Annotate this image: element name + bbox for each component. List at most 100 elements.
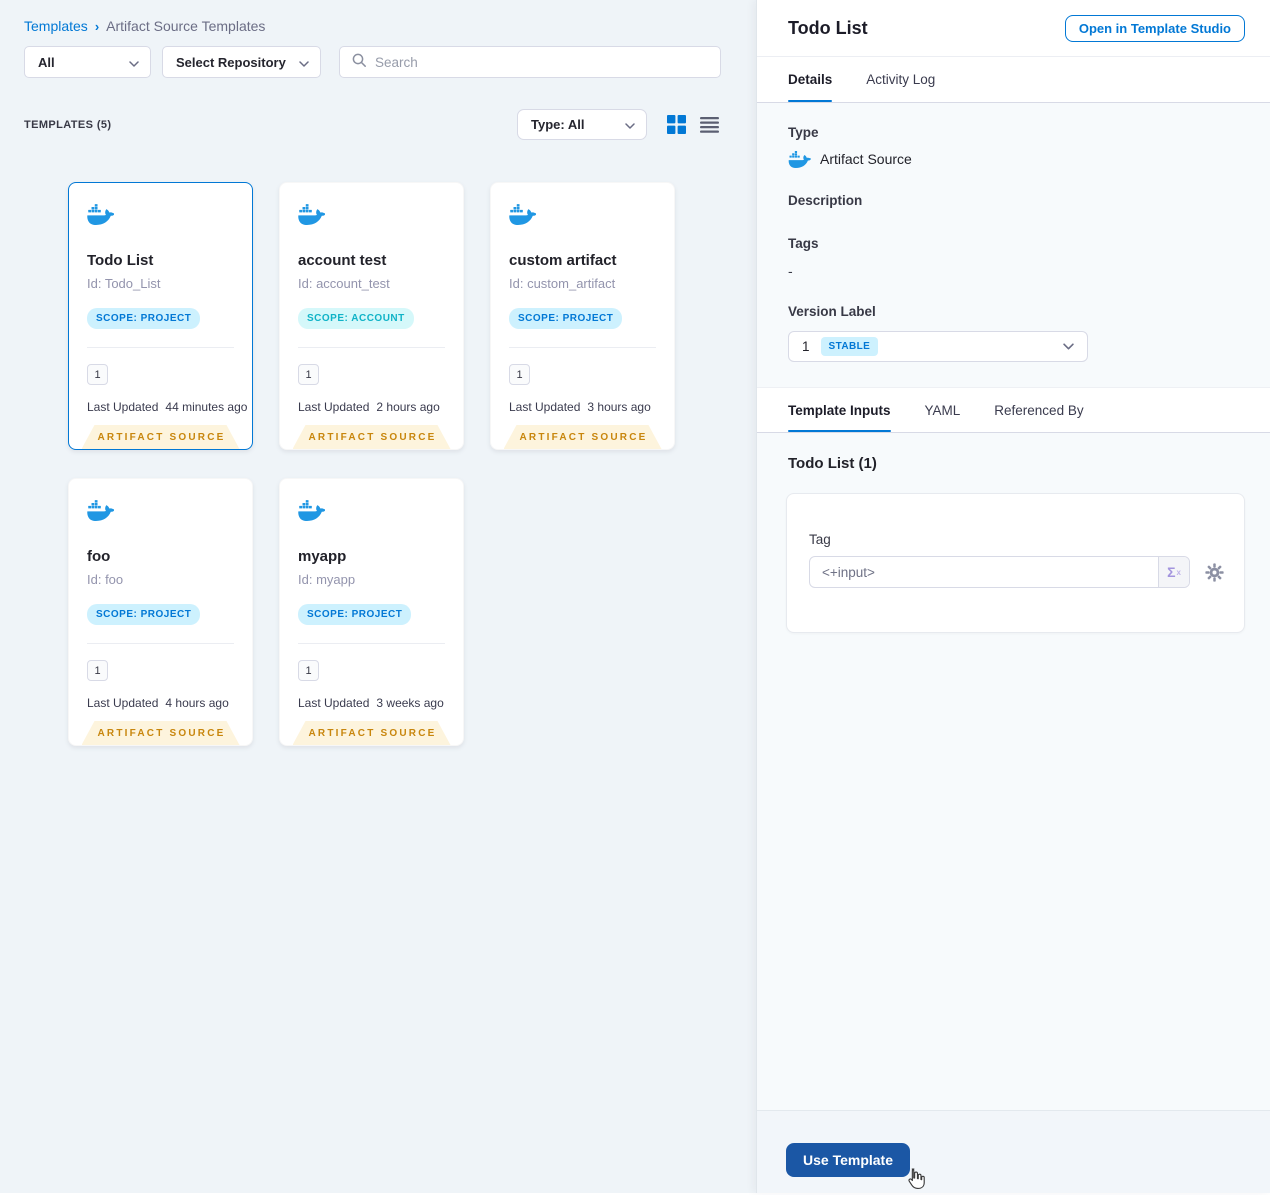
settings-gear-icon[interactable] [1205,562,1224,582]
version-label: Version Label [788,304,876,319]
docker-icon [788,150,811,168]
artifact-source-ribbon: ARTIFACT SOURCE [82,425,240,449]
version-select[interactable]: 1 STABLE [788,331,1088,362]
repository-filter-value: Select Repository [176,54,286,70]
card-divider [509,347,656,348]
search-icon [351,52,367,73]
search-input[interactable] [375,54,709,70]
version-count-badge: 1 [509,364,530,385]
docker-icon [509,203,536,225]
tab-referenced-by[interactable]: Referenced By [994,388,1083,432]
chevron-down-icon [299,55,309,70]
last-updated-label: Last Updated [509,400,581,414]
version-count-badge: 1 [87,660,108,681]
scope-badge: SCOPE: PROJECT [87,604,201,625]
scope-badge: SCOPE: ACCOUNT [298,308,414,329]
inputs-tabs: Template Inputs YAML Referenced By [757,387,1270,433]
tab-yaml[interactable]: YAML [925,388,961,432]
tags-value: - [788,263,793,279]
card-id: Id: foo [87,572,124,587]
last-updated-value: 4 hours ago [165,696,229,710]
scope-badge: SCOPE: PROJECT [298,604,412,625]
tab-activity-log[interactable]: Activity Log [866,57,935,102]
description-label: Description [788,193,863,208]
breadcrumb: Templates › Artifact Source Templates [0,0,756,34]
details-body: Type Artifact Source Description Tags - … [757,103,1270,1193]
template-card-myapp[interactable]: myapp Id: myapp SCOPE: PROJECT 1 Last Up… [279,478,464,746]
grid-view-icon[interactable] [667,115,686,134]
details-meta: Type Artifact Source Description Tags - … [757,103,1270,362]
last-updated-label: Last Updated [87,400,159,414]
docker-icon [298,499,325,521]
docker-icon [87,203,114,225]
docker-icon [87,499,114,521]
breadcrumb-separator-icon: › [94,18,100,34]
version-count-badge: 1 [298,660,319,681]
last-updated: Last Updated 3 hours ago [509,400,658,414]
artifact-source-ribbon: ARTIFACT SOURCE [293,721,451,745]
version-count-badge: 1 [298,364,319,385]
last-updated: Last Updated 3 weeks ago [298,696,447,710]
last-updated-label: Last Updated [298,400,370,414]
use-template-button[interactable]: Use Template [786,1143,910,1177]
tag-input-field[interactable]: <+input> Σx [809,556,1190,588]
tag-input-value[interactable]: <+input> [810,557,1158,587]
type-label: Type [788,125,819,140]
template-card-foo[interactable]: foo Id: foo SCOPE: PROJECT 1 Last Update… [68,478,253,746]
version-count-badge: 1 [87,364,108,385]
scope-filter-value: All [38,54,55,70]
view-toggle [667,115,719,134]
tab-details[interactable]: Details [788,57,833,102]
templates-count: TEMPLATES (5) [24,118,112,131]
template-card-account-test[interactable]: account test Id: account_test SCOPE: ACC… [279,182,464,450]
card-id: Id: custom_artifact [509,276,616,291]
stable-badge: STABLE [820,337,879,356]
card-divider [87,347,234,348]
last-updated: Last Updated 4 hours ago [87,696,236,710]
card-id: Id: myapp [298,572,356,587]
open-in-template-studio-button[interactable]: Open in Template Studio [1064,14,1245,42]
last-updated-value: 3 hours ago [587,400,651,414]
scope-filter-select[interactable]: All [24,46,151,78]
tab-template-inputs[interactable]: Template Inputs [788,388,891,432]
card-title: Todo List [87,252,154,269]
type-value: Artifact Source [820,151,912,167]
type-filter-select[interactable]: Type: All [517,109,647,140]
card-id: Id: Todo_List [87,276,161,291]
last-updated-value: 2 hours ago [376,400,440,414]
panel-title: Todo List [788,17,868,38]
inputs-section-title: Todo List (1) [788,455,877,472]
artifact-source-ribbon: ARTIFACT SOURCE [293,425,451,449]
list-view-icon[interactable] [700,116,719,133]
chevron-down-icon [1063,343,1074,350]
scope-badge: SCOPE: PROJECT [509,308,623,329]
tag-field-label: Tag [809,532,831,547]
details-tabs: Details Activity Log [757,57,1270,103]
version-value: 1 [802,339,810,354]
template-cards-grid: Todo List Id: Todo_List SCOPE: PROJECT 1… [0,140,756,746]
breadcrumb-templates-link[interactable]: Templates [24,18,88,34]
card-divider [298,347,445,348]
last-updated-value: 44 minutes ago [165,400,248,414]
expression-toggle-button[interactable]: Σx [1158,557,1189,587]
last-updated: Last Updated 2 hours ago [298,400,447,414]
card-title: myapp [298,548,347,565]
template-details-panel: Todo List Open in Template Studio Detail… [756,0,1270,1193]
template-card-custom-artifact[interactable]: custom artifact Id: custom_artifact SCOP… [490,182,675,450]
docker-icon [298,203,325,225]
breadcrumb-current: Artifact Source Templates [106,18,266,34]
card-title: account test [298,252,387,269]
chevron-down-icon [129,55,139,70]
search-field[interactable] [339,46,721,78]
templates-list-panel: Templates › Artifact Source Templates Al… [0,0,756,1193]
filter-row: All Select Repository [0,34,756,78]
last-updated-label: Last Updated [87,696,159,710]
card-divider [298,643,445,644]
template-card-todo-list[interactable]: Todo List Id: Todo_List SCOPE: PROJECT 1… [68,182,253,450]
list-header: TEMPLATES (5) Type: All [0,78,756,140]
chevron-down-icon [625,117,635,132]
artifact-source-ribbon: ARTIFACT SOURCE [82,721,240,745]
card-divider [87,643,234,644]
artifact-source-ribbon: ARTIFACT SOURCE [504,425,662,449]
repository-filter-select[interactable]: Select Repository [162,46,321,78]
